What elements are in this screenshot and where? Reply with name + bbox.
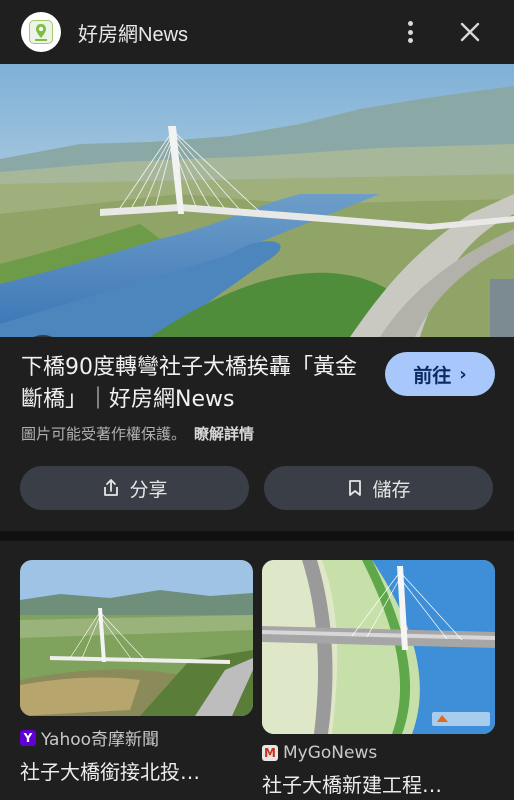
visit-button-label: 前往 [413,364,452,387]
related-card[interactable]: Y Yahoo奇摩新聞 社子大橋銜接北投… [20,560,253,785]
related-card-source: M MyGoNews [262,743,495,763]
hero-image[interactable] [0,64,514,337]
related-card-image[interactable] [262,560,495,734]
result-title[interactable]: 下橋90度轉彎社子大橋挨轟「黃金斷橋」｜好房網News [21,352,361,416]
related-card-title[interactable]: 社子大橋新建工程… [262,769,495,798]
app-logo-icon[interactable] [21,12,61,52]
related-card-source-name: MyGoNews [283,743,378,763]
related-card-image[interactable] [20,560,253,716]
visit-button[interactable]: 前往 › [385,352,495,396]
more-vert-icon[interactable] [398,18,422,46]
section-divider [0,531,514,541]
app-title: 好房網News [78,24,189,46]
close-icon[interactable] [456,18,484,46]
related-card-title[interactable]: 社子大橋銜接北投… [20,756,253,785]
share-button-label: 分享 [129,478,168,501]
yahoo-icon: Y [20,729,36,746]
top-app-bar: 好房網News [0,0,514,64]
mygonews-icon: M [262,745,278,761]
copyright-notice: 圖片可能受著作權保護。 [21,425,187,443]
share-icon [104,479,119,496]
related-card[interactable]: M MyGoNews 社子大橋新建工程… [262,560,495,798]
chevron-right-icon: › [459,363,467,385]
learn-more-link[interactable]: 瞭解詳情 [194,425,254,443]
save-button-label: 儲存 [372,478,411,501]
share-button[interactable]: 分享 [20,466,249,510]
related-card-source-name: Yahoo奇摩新聞 [41,730,160,750]
bridge-rendering-image [0,64,514,337]
result-title-block: 下橋90度轉彎社子大橋挨轟「黃金斷橋」｜好房網News [21,352,361,416]
related-card-source: Y Yahoo奇摩新聞 [20,725,253,750]
copyright-notice-row: 圖片可能受著作權保護。 瞭解詳情 [21,423,254,444]
save-button[interactable]: 儲存 [264,466,493,510]
bookmark-icon [349,480,362,496]
